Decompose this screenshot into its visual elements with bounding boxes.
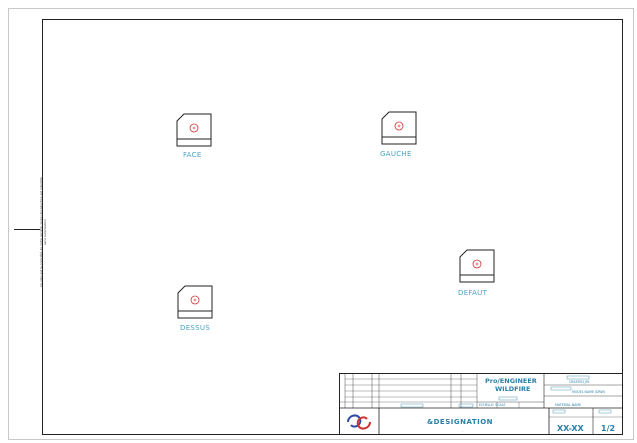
- view-label-gauche: GAUCHE: [380, 150, 412, 158]
- designation-sub: -: [462, 429, 464, 433]
- sheet-number: 1/2: [601, 424, 616, 433]
- drawing-sheet: Ce plan est la propriété de notre sociét…: [0, 0, 637, 443]
- side-note: Ce plan est la propriété de notre sociét…: [39, 137, 47, 327]
- side-note-line2: sans autorisation: [43, 219, 47, 245]
- view-label-face: FACE: [183, 151, 202, 159]
- view-label-defaut: DEFAUT: [458, 289, 488, 297]
- part-view-dessus: [177, 285, 213, 319]
- wildfire-label: WILDFIRE: [495, 385, 531, 393]
- scale-cell: ECHELLE: SCALE: [479, 403, 506, 407]
- view-gauche[interactable]: [381, 111, 417, 145]
- side-tick-mark: [14, 229, 40, 230]
- part-view-face: [176, 113, 212, 147]
- material-cell: MATERIAL NAME: [555, 403, 582, 407]
- title-block: Pro/ENGINEER WILDFIRE CREATED_BY MODEL N…: [339, 373, 623, 435]
- model-name-cell: MODEL NAME (DRW): [572, 390, 606, 394]
- drawing-number: XX-XX: [557, 424, 584, 433]
- part-view-gauche: [381, 111, 417, 145]
- company-logo: [344, 411, 374, 433]
- designation-title: &DESIGNATION: [427, 418, 494, 426]
- part-view-defaut: [459, 249, 495, 283]
- view-face[interactable]: [176, 113, 212, 147]
- view-defaut[interactable]: [459, 249, 495, 283]
- pro-engineer-label: Pro/ENGINEER: [485, 377, 537, 385]
- created-by-cell: CREATED_BY: [569, 380, 590, 384]
- view-label-dessus: DESSUS: [180, 324, 211, 332]
- view-dessus[interactable]: [177, 285, 213, 319]
- logo-icon: [347, 414, 371, 430]
